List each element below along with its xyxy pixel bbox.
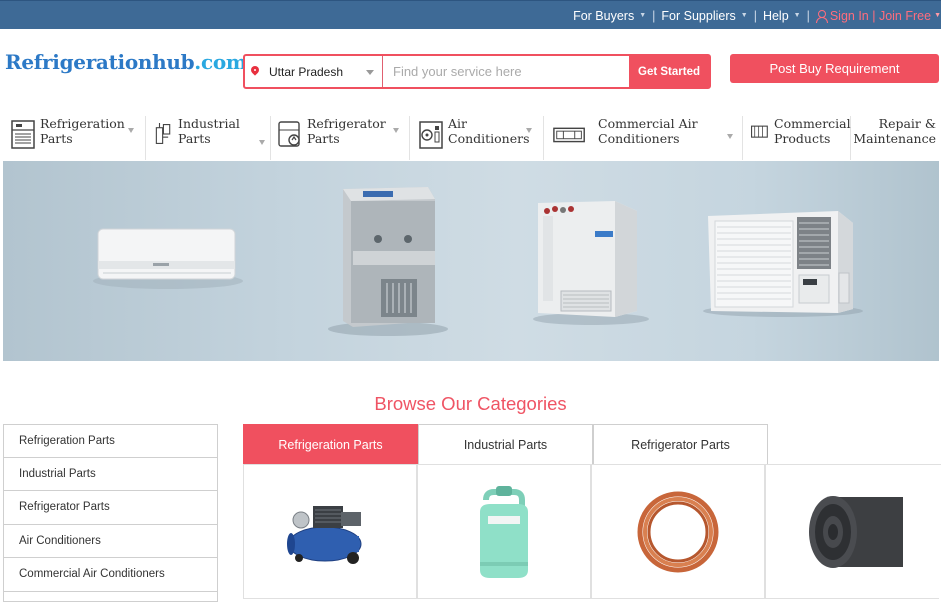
category-nav: Refrigeration Parts Industrial Parts Refr… (0, 116, 941, 160)
insulation-foam-roll-image (808, 495, 903, 568)
category-commercial-ac[interactable]: Commercial Air Conditioners (544, 116, 743, 160)
for-buyers-menu[interactable]: For Buyers ▼ (573, 9, 646, 23)
chevron-down-icon (259, 140, 265, 145)
industrial-parts-icon (155, 123, 171, 144)
water-cooler-image (328, 187, 448, 336)
chevron-down-icon (393, 128, 399, 133)
tab-industrial-parts[interactable]: Industrial Parts (418, 424, 593, 464)
category-label: Products (774, 131, 831, 146)
category-label: Conditioners (448, 131, 530, 146)
category-tabs: Refrigeration Parts Industrial Parts Ref… (243, 424, 768, 464)
product-card-insulation-roll[interactable] (765, 465, 939, 599)
split-ac-image (93, 228, 243, 289)
window-ac-image (703, 211, 863, 317)
location-value: Uttar Pradesh (269, 64, 344, 79)
dropdown-arrow-icon (366, 70, 374, 75)
copper-pipe-coil-image (637, 491, 719, 572)
location-pin-icon (251, 66, 260, 78)
caret-down-icon: ▼ (793, 12, 801, 19)
product-card-air-compressor[interactable] (243, 465, 417, 599)
category-label: Conditioners (598, 131, 680, 146)
sidebar-item-commercial-air-conditioners[interactable]: Commercial Air Conditioners (3, 558, 218, 592)
category-refrigeration-parts[interactable]: Refrigeration Parts (0, 116, 146, 160)
browse-categories-title: Browse Our Categories (374, 393, 567, 414)
caret-down-icon: ▼ (639, 12, 647, 19)
service-search-input[interactable] (383, 56, 629, 87)
category-repair-maintenance[interactable]: Repair & Maintenance (851, 116, 941, 160)
product-grid (243, 464, 941, 602)
get-started-button[interactable]: Get Started (629, 56, 709, 87)
category-label: Air (448, 116, 468, 131)
divider: | (652, 8, 656, 23)
sidebar-item-refrigeration-parts[interactable]: Refrigeration Parts (3, 424, 218, 458)
for-suppliers-menu[interactable]: For Suppliers ▼ (661, 9, 747, 23)
caret-down-icon: ▼ (934, 12, 941, 19)
category-label: Refrigerator (307, 116, 386, 131)
category-label: Parts (40, 131, 73, 146)
location-select[interactable]: Uttar Pradesh (245, 56, 383, 87)
banner-products-image (93, 187, 863, 336)
product-card-refrigerant-gas[interactable] (417, 465, 591, 599)
category-label: Commercial Air (598, 116, 698, 131)
category-label: Refrigeration (40, 116, 125, 131)
logo-name: Refrigerationhub (5, 50, 195, 74)
category-label: Industrial Parts (178, 116, 240, 146)
for-suppliers-label: For Suppliers (661, 8, 736, 23)
for-buyers-label: For Buyers (573, 8, 635, 23)
top-bar: For Buyers ▼ | For Suppliers ▼ | Help ▼ | S… (0, 0, 941, 29)
category-industrial-parts[interactable]: Industrial Parts (146, 116, 271, 160)
logo-domain: .com (194, 50, 247, 74)
category-label: Commercial (774, 116, 851, 131)
refrigeration-parts-icon (11, 120, 35, 149)
caret-down-icon: ▼ (740, 12, 748, 19)
chevron-down-icon (526, 128, 532, 133)
hero-banner (3, 161, 939, 361)
category-commercial-products[interactable]: Commercial Products (743, 116, 851, 160)
tab-refrigeration-parts[interactable]: Refrigeration Parts (243, 424, 418, 464)
divider: | (753, 8, 757, 23)
product-card-copper-pipe[interactable] (591, 465, 765, 599)
vrf-outdoor-unit-image (533, 201, 649, 325)
top-nav: For Buyers ▼ | For Suppliers ▼ | Help ▼ | S… (573, 1, 941, 30)
commercial-ac-icon (553, 127, 585, 143)
commercial-products-icon (751, 125, 768, 138)
chevron-down-icon (727, 134, 733, 139)
sidebar-item-industrial-parts[interactable]: Industrial Parts (3, 457, 218, 491)
user-icon (815, 9, 828, 23)
site-logo[interactable]: Refrigerationhub.com (5, 50, 247, 74)
sidebar-item-more[interactable] (3, 591, 218, 602)
category-label: Repair & (878, 116, 936, 131)
category-label: Parts (307, 131, 340, 146)
search-bar: Uttar Pradesh Get Started (243, 54, 711, 89)
help-menu[interactable]: Help ▼ (763, 9, 801, 23)
sign-in-link[interactable]: Sign In | Join Free ▼ (815, 8, 941, 23)
tab-refrigerator-parts[interactable]: Refrigerator Parts (593, 424, 768, 464)
sidebar-item-air-conditioners[interactable]: Air Conditioners (3, 524, 218, 558)
category-label: Maintenance (853, 131, 936, 146)
category-refrigerator-parts[interactable]: Refrigerator Parts (271, 116, 410, 160)
sidebar-item-refrigerator-parts[interactable]: Refrigerator Parts (3, 491, 218, 525)
air-conditioner-icon (419, 121, 443, 149)
category-sidebar: Refrigeration Parts Industrial Parts Ref… (3, 424, 218, 602)
post-buy-requirement-button[interactable]: Post Buy Requirement (730, 54, 939, 83)
air-compressor-image (287, 505, 362, 564)
refrigerant-gas-cylinder-image (480, 485, 528, 578)
chevron-down-icon (128, 128, 134, 133)
help-label: Help (762, 8, 789, 23)
sign-in-label: Sign In | Join Free (829, 8, 932, 23)
divider: | (806, 8, 810, 23)
category-air-conditioners[interactable]: Air Conditioners (410, 116, 544, 160)
refrigerator-parts-icon (278, 121, 300, 147)
